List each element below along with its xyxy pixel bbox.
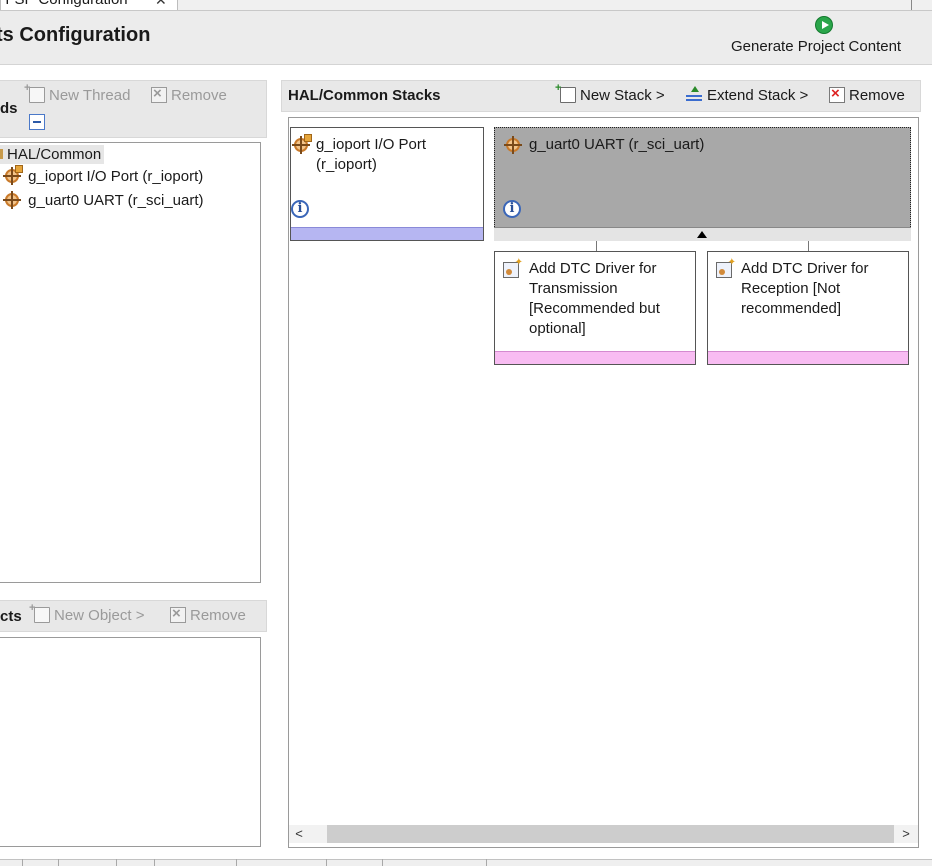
component-gear-icon (504, 136, 522, 154)
slot-line: recommended] (741, 300, 842, 317)
component-gear-icon (292, 134, 312, 154)
tab-divider (22, 859, 23, 866)
module-color-bar (708, 351, 908, 364)
new-stack-icon (555, 82, 576, 103)
module-g-uart0[interactable]: g_uart0 UART (r_sci_uart) i (494, 127, 911, 241)
remove-stack-button[interactable]: Remove (829, 85, 905, 104)
new-object-label: New Object > (54, 607, 145, 624)
tab-divider (116, 859, 117, 866)
module-g-ioport[interactable]: g_ioport I/O Port (r_ioport) i (290, 127, 484, 241)
tree-item-label: g_ioport I/O Port (r_ioport) (28, 168, 204, 185)
play-circle-icon[interactable] (815, 16, 833, 34)
slot-line: optional] (529, 320, 586, 337)
tab-divider (382, 859, 383, 866)
objects-panel-title: cts (0, 608, 22, 625)
add-driver-icon (503, 257, 523, 278)
extend-stack-button[interactable]: Extend Stack > (685, 86, 809, 104)
close-icon[interactable]: ✕ (155, 0, 167, 9)
editor-tab-strip: ] FSP Configuration ✕ (0, 0, 932, 11)
tree-item-hal-common[interactable]: HAL/Common (0, 145, 105, 164)
editor-tab-title: ] FSP Configuration (1, 0, 128, 9)
tab-divider (154, 859, 155, 866)
remove-icon (170, 605, 186, 623)
connector-line (596, 241, 597, 251)
tree-item-label: g_uart0 UART (r_sci_uart) (28, 192, 204, 209)
objects-list[interactable] (0, 637, 261, 847)
threads-panel-title: ds (0, 100, 18, 117)
extend-stack-label: Extend Stack > (707, 87, 809, 104)
info-icon[interactable]: i (291, 200, 309, 218)
page-title: ts Configuration (0, 24, 151, 46)
add-dtc-reception-slot[interactable]: Add DTC Driver for Reception [Not recomm… (707, 251, 909, 365)
new-object-button[interactable]: New Object > (29, 602, 145, 624)
component-gear-icon (3, 191, 21, 209)
tree-item-g-ioport[interactable]: g_ioport I/O Port (r_ioport) (3, 165, 204, 185)
info-icon[interactable]: i (503, 200, 521, 218)
connector-line (808, 241, 809, 251)
tab-divider (486, 859, 487, 866)
module-collapse-toggle[interactable] (494, 227, 911, 241)
extend-stack-icon (685, 86, 703, 103)
new-thread-icon (24, 82, 45, 103)
collapse-triangle-icon (697, 231, 707, 238)
add-dtc-transmission-slot[interactable]: Add DTC Driver for Transmission [Recomme… (494, 251, 696, 365)
tree-item-g-uart0[interactable]: g_uart0 UART (r_sci_uart) (3, 191, 204, 209)
new-thread-button[interactable]: New Thread (24, 82, 131, 104)
scroll-right-icon[interactable]: > (897, 825, 915, 843)
module-color-bar (495, 351, 695, 364)
tab-strip-divider (911, 0, 912, 10)
module-title: g_ioport I/O Port (316, 136, 427, 153)
collapse-all-icon[interactable] (29, 114, 45, 130)
slot-line: [Recommended but (529, 300, 660, 317)
generate-project-content-button[interactable]: Generate Project Content (731, 38, 901, 55)
add-driver-icon (716, 257, 736, 278)
new-stack-label: New Stack > (580, 87, 665, 104)
slot-line: Transmission (529, 280, 618, 297)
remove-thread-button[interactable]: Remove (151, 85, 227, 104)
bottom-tab-strip (0, 859, 932, 866)
tab-divider (236, 859, 237, 866)
remove-object-label: Remove (190, 607, 246, 624)
scroll-left-icon[interactable]: < (290, 825, 308, 843)
module-title: g_uart0 UART (r_sci_uart) (529, 136, 705, 153)
scrollbar-thumb[interactable] (327, 825, 894, 843)
slot-line: Add DTC Driver for (741, 260, 869, 277)
new-object-icon (29, 602, 50, 623)
stacks-panel-title: HAL/Common Stacks (288, 87, 441, 104)
component-gear-icon (3, 165, 23, 185)
remove-object-button[interactable]: Remove (170, 605, 246, 624)
remove-icon (151, 85, 167, 103)
remove-thread-label: Remove (171, 87, 227, 104)
new-stack-button[interactable]: New Stack > (555, 82, 665, 104)
tab-divider (58, 859, 59, 866)
tab-divider (326, 859, 327, 866)
module-subtitle: (r_ioport) (316, 156, 377, 173)
slot-line: Reception [Not (741, 280, 841, 297)
remove-stack-label: Remove (849, 87, 905, 104)
editor-tab-fsp-configuration[interactable]: ] FSP Configuration ✕ (0, 0, 178, 10)
module-color-bar (291, 227, 483, 240)
remove-icon (829, 85, 845, 103)
slot-line: Add DTC Driver for (529, 260, 657, 277)
new-thread-label: New Thread (49, 87, 131, 104)
